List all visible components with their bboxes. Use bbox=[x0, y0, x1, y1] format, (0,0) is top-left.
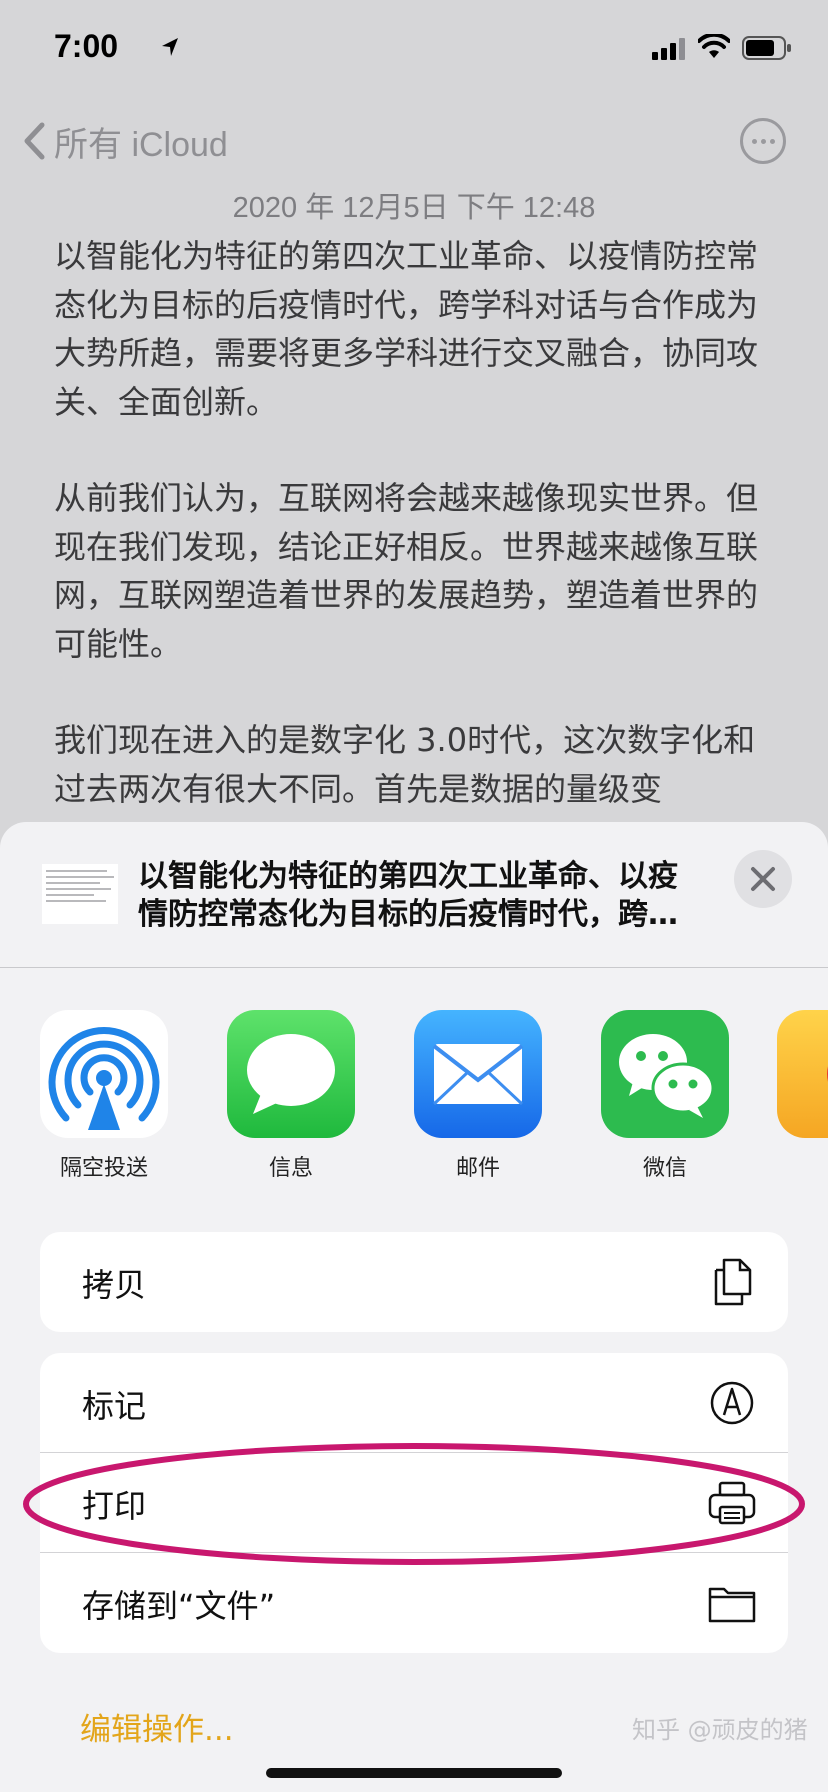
note-body[interactable]: 以智能化为特征的第四次工业革命、以疫情防控常态化为目标的后疫情时代，跨学科对话与… bbox=[54, 232, 784, 861]
share-sheet-title: 以智能化为特征的第四次工业革命、以疫情防控常态化为目标的后疫情时代，跨… bbox=[138, 859, 678, 932]
copy-label: 拷贝 bbox=[82, 1266, 147, 1304]
cellular-signal-icon bbox=[652, 38, 685, 60]
back-button[interactable]: 所有 iCloud bbox=[22, 116, 228, 166]
share-sheet-header: 以智能化为特征的第四次工业革命、以疫情防控常态化为目标的后疫情时代，跨… bbox=[0, 822, 828, 968]
markup-action[interactable]: 标记 bbox=[40, 1353, 788, 1453]
edit-actions-link[interactable]: 编辑操作... bbox=[80, 1704, 234, 1749]
wifi-icon bbox=[698, 34, 730, 58]
wechat-icon bbox=[601, 1010, 729, 1138]
watermark-text: 知乎 @顽皮的猪 bbox=[632, 1716, 808, 1744]
document-thumbnail bbox=[42, 864, 118, 924]
close-button[interactable] bbox=[734, 850, 792, 908]
note-paragraph: 以智能化为特征的第四次工业革命、以疫情防控常态化为目标的后疫情时代，跨学科对话与… bbox=[54, 237, 759, 421]
share-app-airdrop[interactable]: 隔空投送 bbox=[29, 1010, 179, 1182]
print-action[interactable]: 打印 bbox=[40, 1453, 788, 1553]
app-label: 邮件 bbox=[455, 1156, 500, 1181]
copy-action-group: 拷贝 bbox=[40, 1232, 788, 1332]
share-app-messages[interactable]: 信息 bbox=[216, 1010, 366, 1182]
copy-icon bbox=[714, 1258, 752, 1306]
app-icon-partial bbox=[777, 1010, 828, 1138]
mail-icon bbox=[414, 1010, 542, 1138]
markup-pen-icon bbox=[710, 1381, 754, 1425]
app-label: 信息 bbox=[268, 1156, 313, 1181]
copy-action[interactable]: 拷贝 bbox=[40, 1232, 788, 1332]
note-paragraph: 我们现在进入的是数字化 3.0时代，这次数字化和过去两次有很大不同。首先是数据的… bbox=[54, 721, 756, 808]
chevron-left-icon bbox=[24, 122, 45, 160]
back-label: 所有 iCloud bbox=[54, 125, 228, 164]
more-dot-icon bbox=[769, 138, 775, 144]
share-app-mail[interactable]: 邮件 bbox=[403, 1010, 553, 1182]
note-date: 2020 年 12月5日 下午 12:48 bbox=[232, 192, 596, 224]
share-apps-row: 隔空投送 信息 邮件 微信 bbox=[0, 1010, 828, 1190]
airdrop-icon bbox=[40, 1010, 168, 1138]
home-indicator bbox=[266, 1768, 562, 1778]
messages-icon bbox=[227, 1010, 355, 1138]
more-dot-icon bbox=[751, 138, 757, 144]
actions-group: 标记 打印 存储到“文件” bbox=[40, 1353, 788, 1653]
share-sheet: 以智能化为特征的第四次工业革命、以疫情防控常态化为目标的后疫情时代，跨… 隔空投… bbox=[0, 822, 828, 1792]
markup-label: 标记 bbox=[82, 1387, 147, 1425]
print-label: 打印 bbox=[82, 1487, 147, 1525]
close-icon bbox=[751, 867, 775, 891]
save-to-files-action[interactable]: 存储到“文件” bbox=[40, 1553, 788, 1653]
more-dot-icon bbox=[760, 138, 766, 144]
folder-icon bbox=[708, 1587, 756, 1623]
app-label: 微信 bbox=[642, 1156, 687, 1181]
save-to-files-label: 存储到“文件” bbox=[82, 1587, 276, 1625]
printer-icon bbox=[708, 1481, 756, 1525]
battery-icon bbox=[742, 36, 791, 60]
location-arrow-icon bbox=[162, 38, 178, 56]
status-bar: 7:00 bbox=[0, 0, 828, 100]
status-time: 7:00 bbox=[54, 28, 119, 64]
app-label: 隔空投送 bbox=[59, 1156, 148, 1181]
more-options-button[interactable] bbox=[740, 118, 786, 164]
share-app-wechat[interactable]: 微信 bbox=[590, 1010, 740, 1182]
note-paragraph: 从前我们认为，互联网将会越来越像现实世界。但现在我们发现，结论正好相反。世界越来… bbox=[54, 479, 759, 663]
share-app-partial[interactable] bbox=[777, 1010, 828, 1138]
